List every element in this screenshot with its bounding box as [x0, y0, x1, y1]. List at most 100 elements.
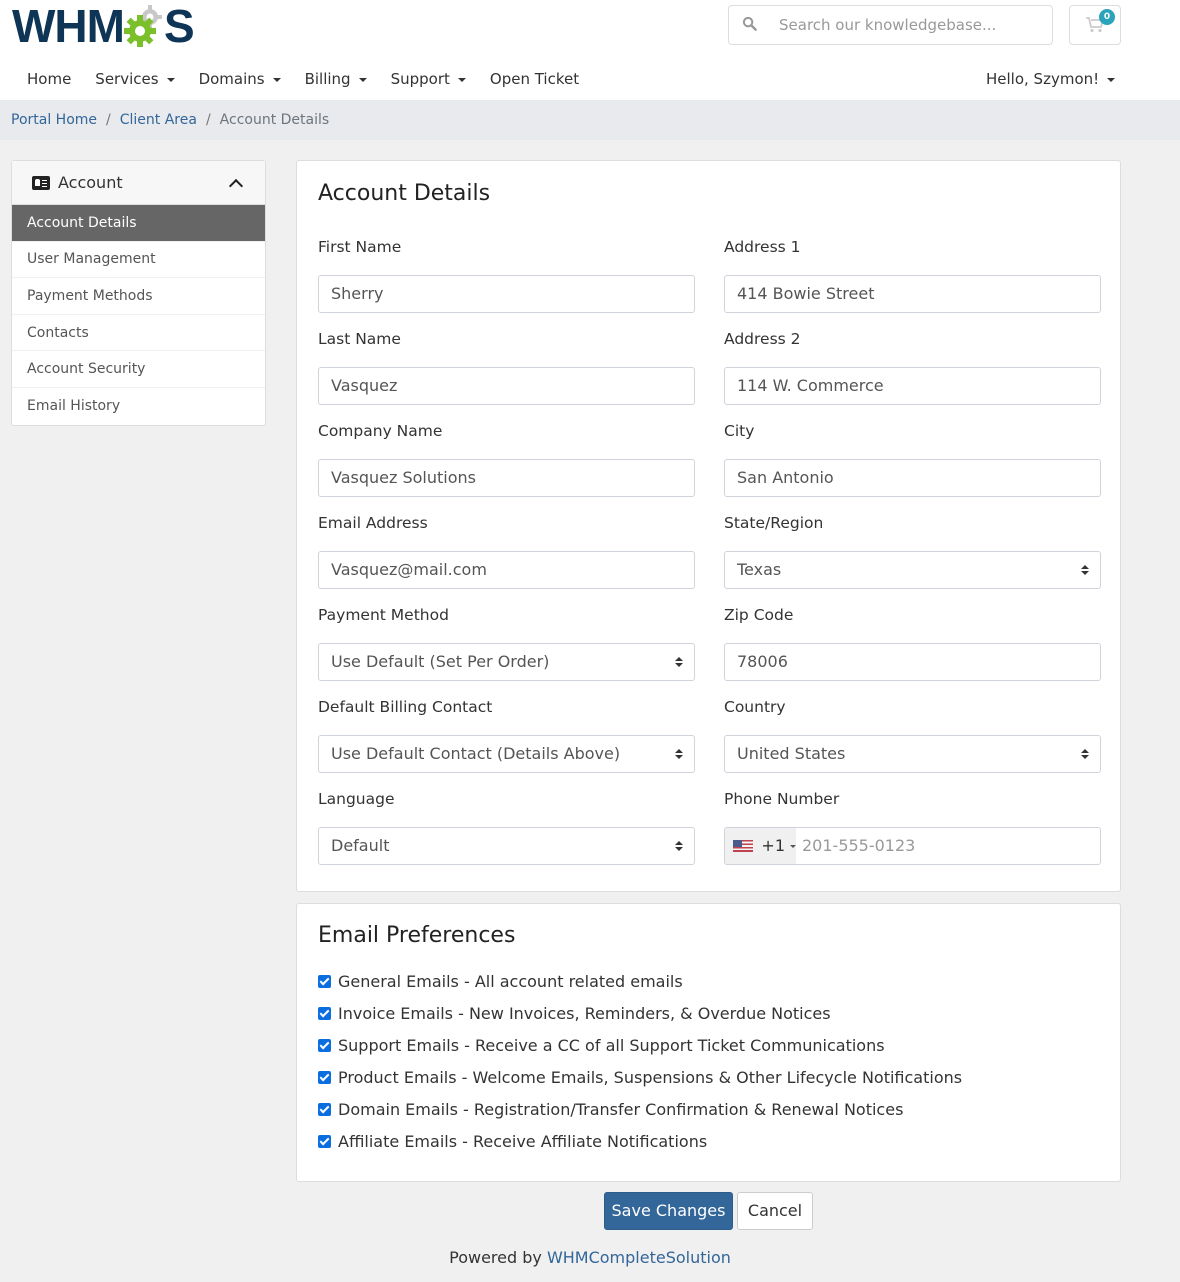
state-value: Texas: [737, 560, 782, 579]
select-arrows-icon: [675, 749, 683, 761]
nav-billing[interactable]: Billing: [293, 70, 379, 88]
account-details-title: Account Details: [318, 181, 491, 206]
company-name-field: Company Name Vasquez Solutions: [318, 421, 695, 497]
language-field: Language Default: [318, 789, 695, 865]
footer-prefix: Powered by: [449, 1248, 542, 1267]
address1-field: Address 1 414 Bowie Street: [724, 237, 1101, 313]
knowledgebase-search[interactable]: [728, 5, 1053, 45]
country-value: United States: [737, 744, 846, 763]
zip-field: Zip Code 78006: [724, 605, 1101, 681]
first-name-label: First Name: [318, 238, 402, 256]
sidebar-header[interactable]: Account: [12, 161, 265, 205]
pref-label: Invoice Emails - New Invoices, Reminders…: [338, 1004, 831, 1023]
pref-label: Domain Emails - Registration/Transfer Co…: [338, 1100, 904, 1119]
us-flag-icon: [733, 840, 754, 852]
nav-services[interactable]: Services: [83, 70, 186, 88]
pref-label: Product Emails - Welcome Emails, Suspens…: [338, 1068, 963, 1087]
sidebar-item-account-details[interactable]: Account Details: [12, 205, 265, 242]
checkbox-checked[interactable]: [318, 1135, 331, 1148]
company-name-input[interactable]: Vasquez Solutions: [318, 459, 695, 497]
sidebar-item-email-history[interactable]: Email History: [12, 388, 265, 425]
last-name-input[interactable]: Vasquez: [318, 367, 695, 405]
nav-support[interactable]: Support: [379, 70, 478, 88]
address1-input[interactable]: 414 Bowie Street: [724, 275, 1101, 313]
nav-label: Support: [390, 70, 450, 88]
city-label: City: [724, 422, 755, 440]
address2-label: Address 2: [724, 330, 801, 348]
pref-label: Support Emails - Receive a CC of all Sup…: [338, 1036, 885, 1055]
phone-number-input[interactable]: 201-555-0123: [796, 828, 915, 864]
phone-field: Phone Number +1 201-555-0123: [724, 789, 1101, 865]
country-select[interactable]: United States: [724, 735, 1101, 773]
city-input[interactable]: San Antonio: [724, 459, 1101, 497]
pref-product-emails[interactable]: Product Emails - Welcome Emails, Suspens…: [318, 1068, 962, 1087]
email-preferences-card: Email Preferences General Emails - All a…: [296, 903, 1121, 1182]
billing-contact-label: Default Billing Contact: [318, 698, 493, 716]
email-input[interactable]: Vasquez@mail.com: [318, 551, 695, 589]
search-icon: [729, 16, 769, 35]
payment-method-value: Use Default (Set Per Order): [331, 652, 550, 671]
zip-input[interactable]: 78006: [724, 643, 1101, 681]
state-label: State/Region: [724, 514, 824, 532]
sidebar-item-contacts[interactable]: Contacts: [12, 315, 265, 352]
country-code-selector[interactable]: +1: [725, 828, 796, 864]
email-label: Email Address: [318, 514, 428, 532]
nav-label: Domains: [198, 70, 265, 88]
user-menu[interactable]: Hello, Szymon!: [986, 70, 1116, 88]
nav-domains[interactable]: Domains: [187, 70, 293, 88]
gear-icon: [123, 5, 162, 47]
nav-home[interactable]: Home: [15, 70, 83, 88]
select-arrows-icon: [1081, 565, 1089, 577]
breadcrumb-separator: /: [205, 112, 211, 128]
breadcrumb-client-area[interactable]: Client Area: [120, 112, 197, 128]
sidebar-item-payment-methods[interactable]: Payment Methods: [12, 278, 265, 315]
breadcrumb: Portal Home / Client Area / Account Deta…: [0, 100, 1180, 140]
checkbox-checked[interactable]: [318, 1071, 331, 1084]
pref-affiliate-emails[interactable]: Affiliate Emails - Receive Affiliate Not…: [318, 1132, 707, 1151]
checkbox-checked[interactable]: [318, 1039, 331, 1052]
state-select[interactable]: Texas: [724, 551, 1101, 589]
pref-domain-emails[interactable]: Domain Emails - Registration/Transfer Co…: [318, 1100, 903, 1119]
nav-label: Open Ticket: [489, 70, 580, 88]
cart-count-badge: 0: [1099, 9, 1115, 25]
pref-support-emails[interactable]: Support Emails - Receive a CC of all Sup…: [318, 1036, 885, 1055]
sidebar-title: Account: [58, 173, 123, 192]
language-select[interactable]: Default: [318, 827, 695, 865]
nav-open-ticket[interactable]: Open Ticket: [478, 70, 591, 88]
chevron-up-icon[interactable]: [228, 178, 244, 193]
logo-text-right: S: [163, 0, 195, 52]
checkbox-checked[interactable]: [318, 1103, 331, 1116]
sidebar-item-user-management[interactable]: User Management: [12, 242, 265, 279]
search-input[interactable]: [777, 15, 1052, 35]
phone-input-group: +1 201-555-0123: [724, 827, 1101, 865]
last-name-label: Last Name: [318, 330, 401, 348]
checkbox-checked[interactable]: [318, 1007, 331, 1020]
breadcrumb-current: Account Details: [219, 112, 330, 128]
logo-text-left: WHM: [12, 0, 125, 52]
id-card-icon: [32, 175, 50, 190]
cancel-button[interactable]: Cancel: [737, 1192, 813, 1230]
cart-button[interactable]: 0: [1069, 5, 1121, 45]
billing-contact-field: Default Billing Contact Use Default Cont…: [318, 697, 695, 773]
pref-general-emails[interactable]: General Emails - All account related ema…: [318, 972, 683, 991]
last-name-field: Last Name Vasquez: [318, 329, 695, 405]
footer-link[interactable]: WHMCompleteSolution: [547, 1248, 731, 1267]
billing-contact-select[interactable]: Use Default Contact (Details Above): [318, 735, 695, 773]
state-field: State/Region Texas: [724, 513, 1101, 589]
language-label: Language: [318, 790, 395, 808]
breadcrumb-portal-home[interactable]: Portal Home: [11, 112, 97, 128]
nav-label: Services: [95, 70, 159, 88]
country-label: Country: [724, 698, 786, 716]
first-name-input[interactable]: Sherry: [318, 275, 695, 313]
caret-down-icon: [1107, 77, 1116, 82]
payment-method-select[interactable]: Use Default (Set Per Order): [318, 643, 695, 681]
pref-invoice-emails[interactable]: Invoice Emails - New Invoices, Reminders…: [318, 1004, 831, 1023]
whmcs-logo[interactable]: WHM S: [12, 0, 195, 52]
checkbox-checked[interactable]: [318, 975, 331, 988]
email-field: Email Address Vasquez@mail.com: [318, 513, 695, 589]
address2-input[interactable]: 114 W. Commerce: [724, 367, 1101, 405]
caret-down-icon: [272, 77, 281, 82]
sidebar-item-account-security[interactable]: Account Security: [12, 351, 265, 388]
account-sidebar: Account Account Details User Management …: [11, 160, 266, 426]
save-changes-button[interactable]: Save Changes: [604, 1192, 733, 1230]
